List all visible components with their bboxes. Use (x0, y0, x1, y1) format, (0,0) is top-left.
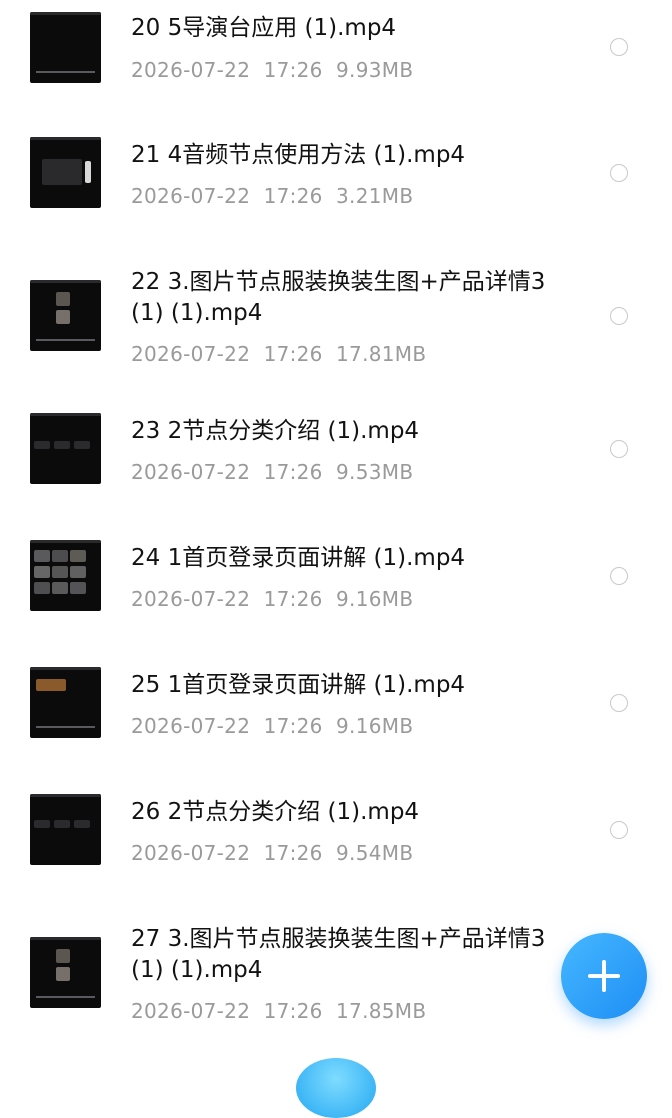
file-meta: 2026-07-22 17:26 9.53MB (131, 460, 414, 484)
video-thumbnail (30, 413, 101, 484)
list-item[interactable]: 22 3.图片节点服装换装生图+产品详情3 (1) (1).mp4 2026-0… (0, 254, 672, 384)
select-radio-icon[interactable] (610, 440, 628, 458)
select-radio-icon[interactable] (610, 307, 628, 325)
video-thumbnail (30, 137, 101, 208)
select-radio-icon[interactable] (610, 821, 628, 839)
video-thumbnail (30, 937, 101, 1008)
file-meta: 2026-07-22 17:26 17.85MB (131, 999, 427, 1023)
file-meta: 2026-07-22 17:26 3.21MB (131, 184, 414, 208)
video-thumbnail (30, 667, 101, 738)
video-thumbnail (30, 794, 101, 865)
add-button[interactable] (561, 933, 647, 1019)
file-name: 25 1首页登录页面讲解 (1).mp4 (131, 672, 466, 698)
file-name: 22 3.图片节点服装换装生图+产品详情3 (1) (1).mp4 (131, 269, 553, 326)
select-radio-icon[interactable] (610, 164, 628, 182)
list-item[interactable]: 20 5导演台应用 (1).mp4 2026-07-22 17:26 9.93M… (0, 0, 672, 110)
file-name: 27 3.图片节点服装换装生图+产品详情3 (1) (1).mp4 (131, 926, 553, 983)
file-meta: 2026-07-22 17:26 9.54MB (131, 841, 414, 865)
file-meta: 2026-07-22 17:26 17.81MB (131, 342, 427, 366)
list-item[interactable]: 25 1首页登录页面讲解 (1).mp4 2026-07-22 17:26 9.… (0, 657, 672, 767)
bottom-bar-bubble[interactable] (296, 1058, 376, 1118)
list-item[interactable]: 21 4音频节点使用方法 (1).mp4 2026-07-22 17:26 3.… (0, 127, 672, 237)
select-radio-icon[interactable] (610, 567, 628, 585)
video-thumbnail (30, 280, 101, 351)
file-name: 21 4音频节点使用方法 (1).mp4 (131, 142, 466, 168)
file-name: 24 1首页登录页面讲解 (1).mp4 (131, 545, 466, 571)
select-radio-icon[interactable] (610, 694, 628, 712)
file-name: 23 2节点分类介绍 (1).mp4 (131, 418, 420, 444)
file-meta: 2026-07-22 17:26 9.16MB (131, 714, 414, 738)
list-item[interactable]: 26 2节点分类介绍 (1).mp4 2026-07-22 17:26 9.54… (0, 784, 672, 894)
video-thumbnail (30, 12, 101, 83)
file-name: 20 5导演台应用 (1).mp4 (131, 15, 397, 41)
select-radio-icon[interactable] (610, 38, 628, 56)
video-thumbnail (30, 540, 101, 611)
file-meta: 2026-07-22 17:26 9.16MB (131, 587, 414, 611)
file-meta: 2026-07-22 17:26 9.93MB (131, 58, 414, 82)
file-name: 26 2节点分类介绍 (1).mp4 (131, 799, 420, 825)
list-item[interactable]: 24 1首页登录页面讲解 (1).mp4 2026-07-22 17:26 9.… (0, 530, 672, 640)
list-item[interactable]: 23 2节点分类介绍 (1).mp4 2026-07-22 17:26 9.53… (0, 403, 672, 513)
